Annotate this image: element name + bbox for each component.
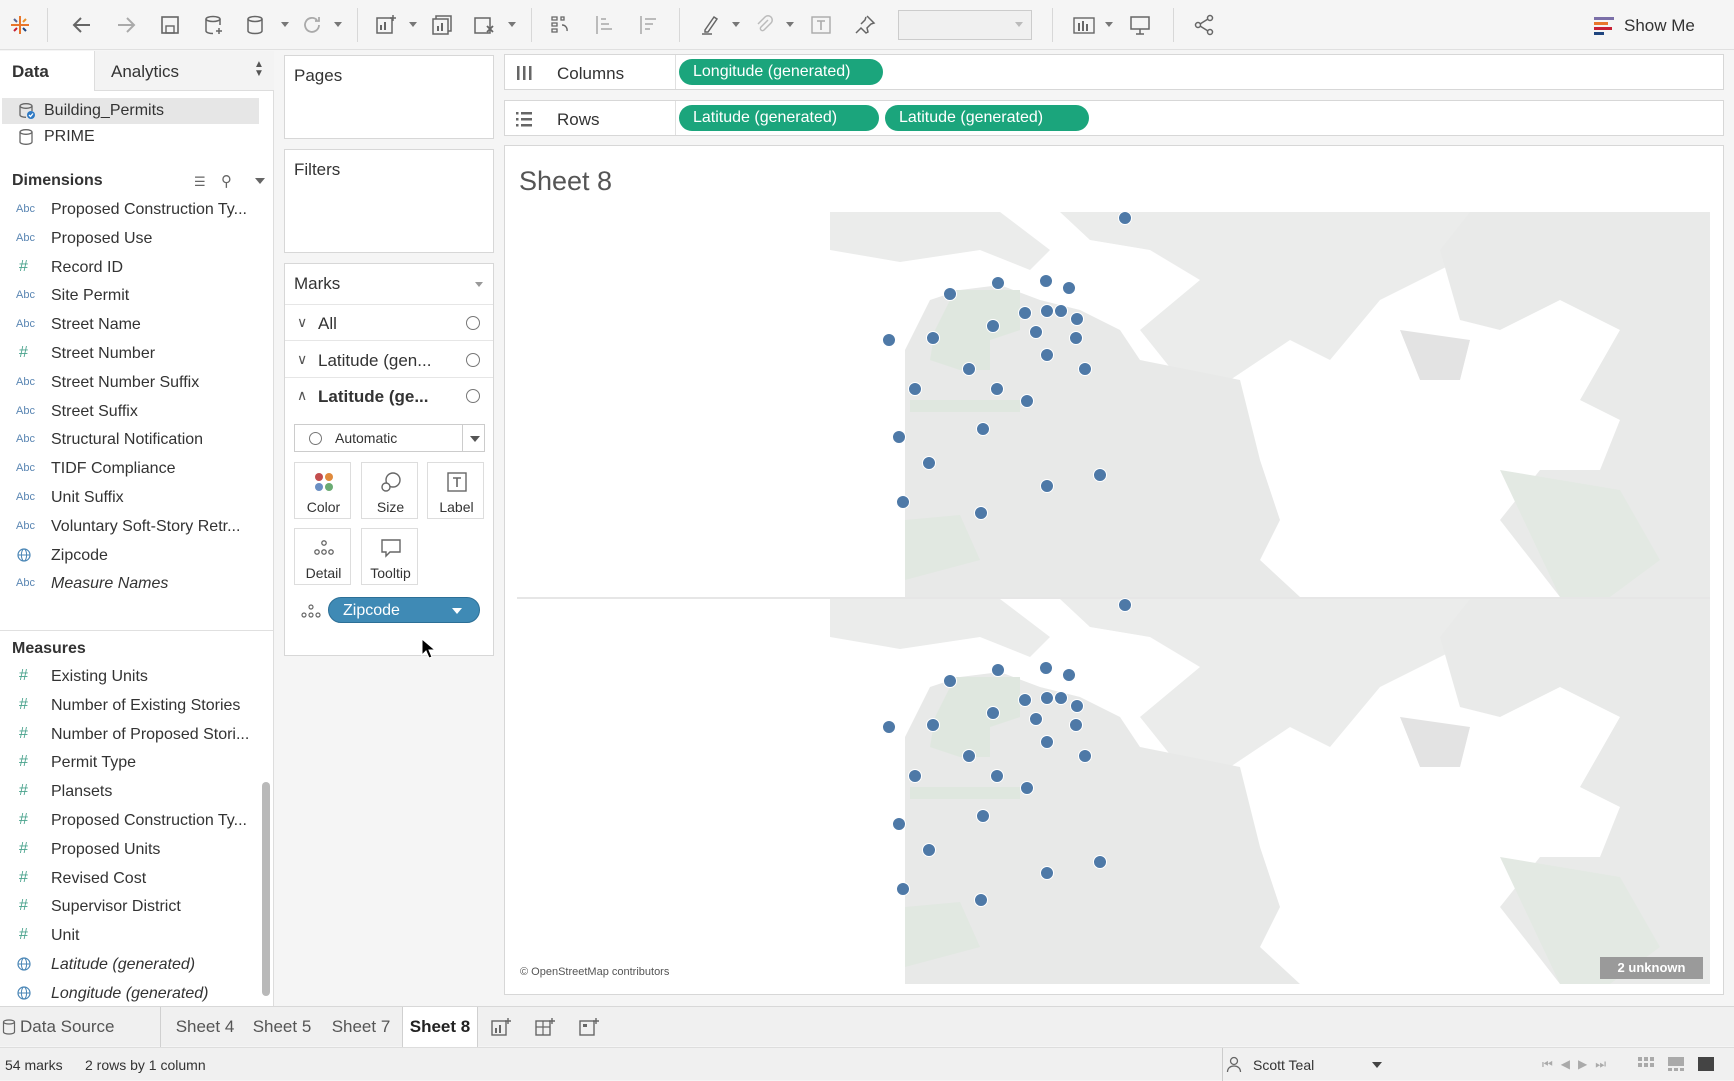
tab-view-icon[interactable]: [1698, 1057, 1714, 1071]
tab-sheet-8[interactable]: Sheet 8: [402, 1007, 478, 1047]
map-mark[interactable]: [976, 809, 990, 823]
status-bar: 54 marks 2 rows by 1 column Scott Teal ⏮…: [0, 1047, 1734, 1081]
map-mark[interactable]: [1069, 718, 1083, 732]
map-mark[interactable]: [1018, 306, 1032, 320]
map-mark[interactable]: [976, 422, 990, 436]
map-mark[interactable]: [943, 674, 957, 688]
map-mark[interactable]: [1039, 274, 1053, 288]
map-mark[interactable]: [896, 882, 910, 896]
new-story-icon[interactable]: [579, 1017, 601, 1037]
map-mark[interactable]: [974, 506, 988, 520]
map-mark[interactable]: [896, 495, 910, 509]
map-mark[interactable]: [1062, 668, 1076, 682]
sheet-tabs-bar: Data Source Sheet 4 Sheet 5 Sheet 7 Shee…: [0, 1006, 1734, 1047]
marks-count: 54 marks: [5, 1057, 63, 1073]
map-mark[interactable]: [1040, 348, 1054, 362]
map-mark[interactable]: [922, 843, 936, 857]
map-mark[interactable]: [1040, 304, 1054, 318]
map-mark[interactable]: [1029, 325, 1043, 339]
tab-data-source[interactable]: Data Source: [0, 1007, 130, 1047]
tab-label: Data Source: [20, 1017, 115, 1036]
map-mark[interactable]: [1070, 699, 1084, 713]
user-icon: [1226, 1056, 1242, 1073]
map-mark[interactable]: [1020, 394, 1034, 408]
map-mark[interactable]: [1118, 598, 1132, 612]
grid-view-icon[interactable]: [1638, 1057, 1654, 1071]
map-view[interactable]: [0, 0, 1734, 1000]
map-mark[interactable]: [908, 382, 922, 396]
park-golden-gate: [910, 787, 1020, 799]
map-mark[interactable]: [926, 331, 940, 345]
map-mark[interactable]: [991, 663, 1005, 677]
map-mark[interactable]: [926, 718, 940, 732]
map-mark[interactable]: [882, 720, 896, 734]
map-mark[interactable]: [892, 430, 906, 444]
map-mark[interactable]: [1054, 691, 1068, 705]
map-mark[interactable]: [922, 456, 936, 470]
map-mark[interactable]: [1118, 211, 1132, 225]
tab-sheet-5[interactable]: Sheet 5: [248, 1007, 316, 1047]
map-mark[interactable]: [1029, 712, 1043, 726]
map-mark[interactable]: [990, 769, 1004, 783]
datasource-icon: [2, 1019, 16, 1035]
filmstrip-view-icon[interactable]: [1668, 1057, 1684, 1071]
map-mark[interactable]: [908, 769, 922, 783]
map-mark[interactable]: [1040, 691, 1054, 705]
tab-sheet-7[interactable]: Sheet 7: [326, 1007, 396, 1047]
map-mark[interactable]: [991, 276, 1005, 290]
map-mark[interactable]: [1040, 735, 1054, 749]
map-mark[interactable]: [990, 382, 1004, 396]
map-mark[interactable]: [1093, 468, 1107, 482]
map-mark[interactable]: [1020, 781, 1034, 795]
rows-columns-count: 2 rows by 1 column: [85, 1057, 206, 1073]
map-mark[interactable]: [882, 333, 896, 347]
map-mark[interactable]: [1078, 362, 1092, 376]
user-name[interactable]: Scott Teal: [1253, 1057, 1314, 1073]
sheet-navigation-icon[interactable]: ⏮◀▶⏭: [1542, 1057, 1614, 1072]
unknown-badge[interactable]: 2 unknown: [1600, 957, 1703, 979]
chevron-down-icon[interactable]: [1372, 1062, 1382, 1068]
new-worksheet-icon[interactable]: [491, 1017, 513, 1037]
map-attribution[interactable]: © OpenStreetMap contributors: [520, 966, 669, 978]
map-mark[interactable]: [1054, 304, 1068, 318]
map-pane-1[interactable]: [517, 212, 1710, 597]
map-mark[interactable]: [1093, 855, 1107, 869]
park-golden-gate: [910, 400, 1020, 412]
map-mark[interactable]: [1078, 749, 1092, 763]
map-mark[interactable]: [962, 749, 976, 763]
map-mark[interactable]: [1018, 693, 1032, 707]
map-mark[interactable]: [1069, 331, 1083, 345]
map-mark[interactable]: [1062, 281, 1076, 295]
map-mark[interactable]: [986, 706, 1000, 720]
map-mark[interactable]: [1040, 866, 1054, 880]
map-mark[interactable]: [1039, 661, 1053, 675]
map-mark[interactable]: [892, 817, 906, 831]
map-mark[interactable]: [962, 362, 976, 376]
map-mark[interactable]: [974, 893, 988, 907]
map-mark[interactable]: [1040, 479, 1054, 493]
map-mark[interactable]: [943, 287, 957, 301]
map-mark[interactable]: [1070, 312, 1084, 326]
tab-sheet-4[interactable]: Sheet 4: [170, 1007, 240, 1047]
map-pane-2[interactable]: [517, 599, 1710, 984]
new-dashboard-icon[interactable]: [535, 1017, 557, 1037]
map-mark[interactable]: [986, 319, 1000, 333]
